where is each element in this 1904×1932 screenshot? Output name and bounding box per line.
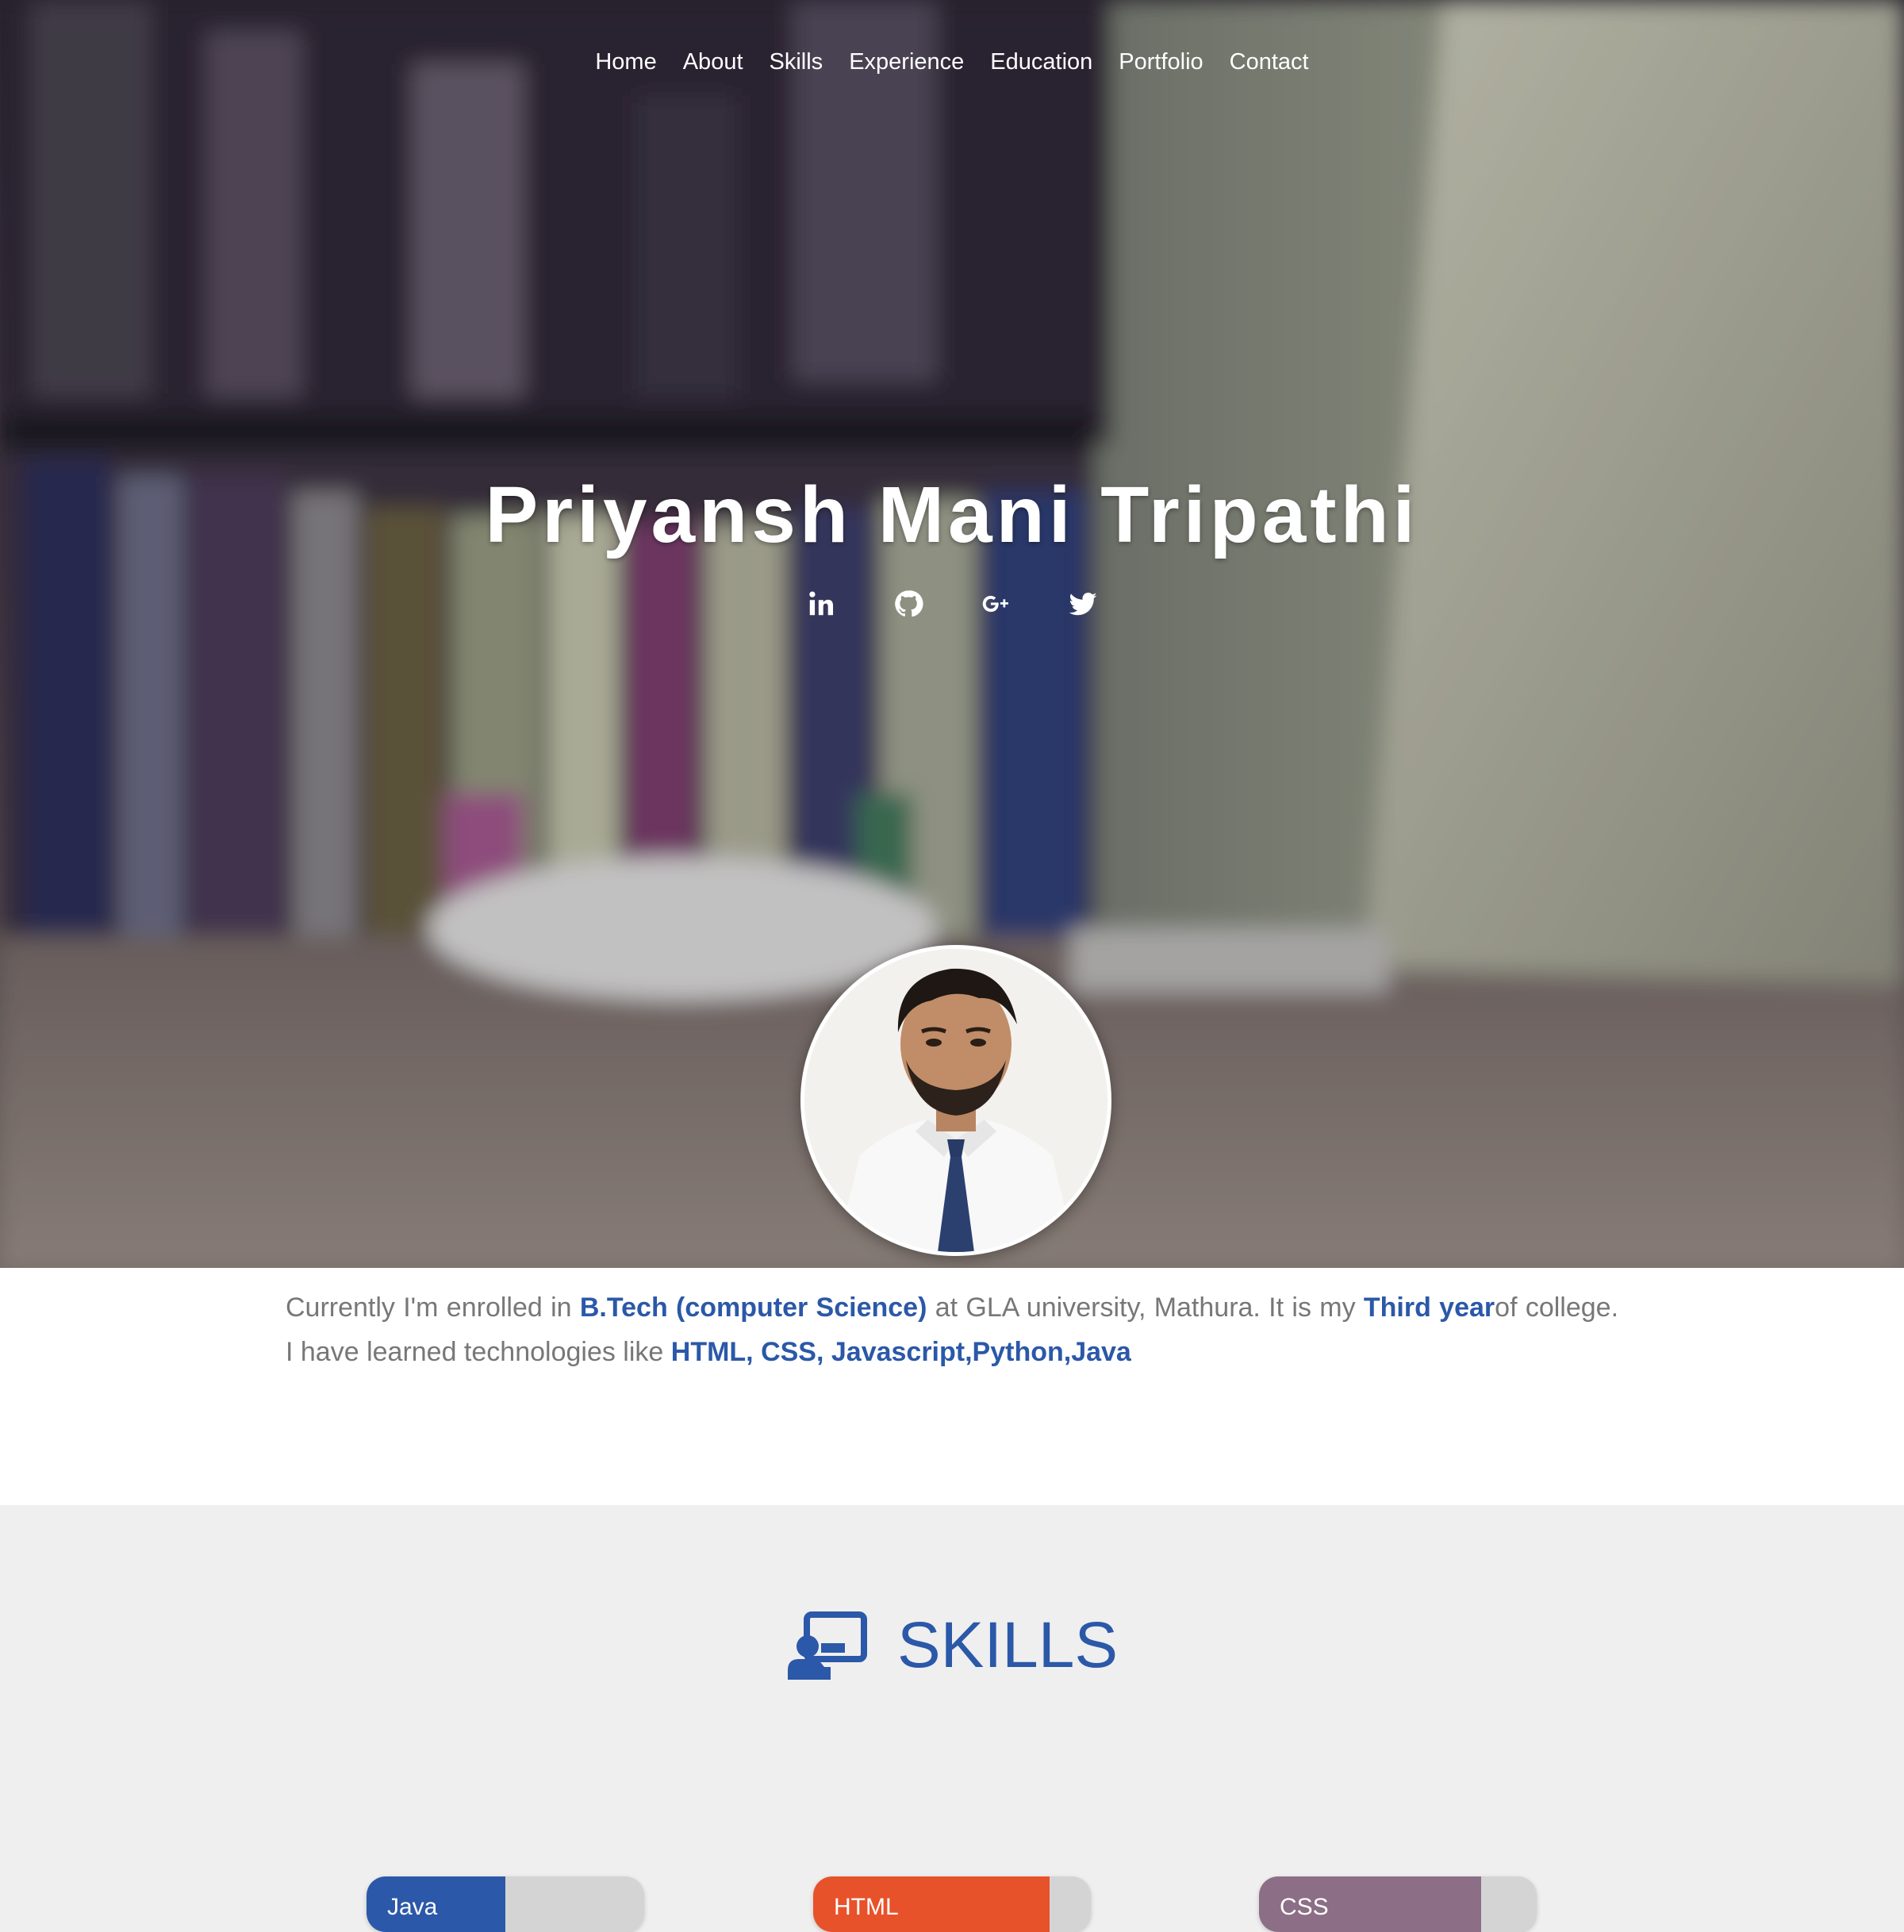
hero-name: Priyansh Mani Tripathi <box>485 471 1419 559</box>
about-section: Currently I'm enrolled in B.Tech (comput… <box>0 1268 1904 1505</box>
about-text-1: Currently I'm enrolled in <box>286 1292 580 1323</box>
skill-bar-html: HTML <box>813 1876 1091 1932</box>
nav-skills[interactable]: Skills <box>770 49 823 75</box>
skills-title: SKILLS <box>896 1609 1119 1681</box>
skills-section: SKILLS Java HTML CSS <box>0 1505 1904 1932</box>
nav-home[interactable]: Home <box>595 49 656 75</box>
skills-heading: SKILLS <box>0 1608 1904 1683</box>
nav-education[interactable]: Education <box>990 49 1092 75</box>
skill-label-html: HTML <box>834 1894 899 1920</box>
skill-bar-css: CSS <box>1259 1876 1537 1932</box>
skill-bar-java: Java <box>367 1876 644 1932</box>
about-year: Third year <box>1363 1292 1495 1323</box>
teacher-board-icon <box>787 1611 867 1680</box>
skill-label-java: Java <box>387 1894 438 1920</box>
profile-photo <box>800 945 1111 1256</box>
profile-photo-illustration <box>804 949 1107 1252</box>
twitter-icon[interactable] <box>1068 589 1098 619</box>
about-degree: B.Tech (computer Science) <box>579 1292 927 1323</box>
linkedin-icon[interactable] <box>806 589 836 619</box>
about-technologies: HTML, CSS, Javascript,Python,Java <box>670 1337 1131 1367</box>
social-links <box>0 589 1904 619</box>
google-plus-icon[interactable] <box>981 589 1011 619</box>
github-icon[interactable] <box>893 589 923 619</box>
nav-portfolio[interactable]: Portfolio <box>1119 49 1203 75</box>
top-nav: Home About Skills Experience Education P… <box>0 49 1904 75</box>
nav-about[interactable]: About <box>683 49 743 75</box>
about-paragraph: Currently I'm enrolled in B.Tech (comput… <box>286 1285 1618 1374</box>
nav-contact[interactable]: Contact <box>1230 49 1309 75</box>
skill-label-css: CSS <box>1280 1894 1329 1920</box>
nav-experience[interactable]: Experience <box>849 49 964 75</box>
hero-section: Home About Skills Experience Education P… <box>0 0 1904 1268</box>
about-text-2: at GLA university, Mathura. It is my <box>927 1292 1364 1323</box>
